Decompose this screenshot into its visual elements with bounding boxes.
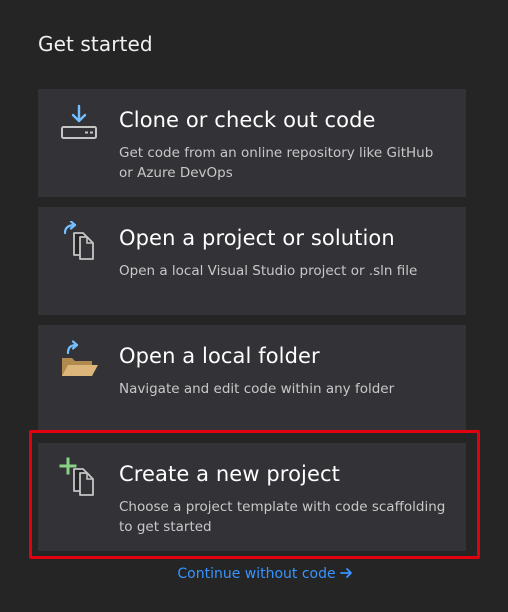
open-folder-icon — [62, 340, 98, 376]
open-project-icon — [63, 221, 94, 260]
clone-description: Get code from an online repository like … — [119, 145, 434, 181]
create-project-description: Choose a project template with code scaf… — [119, 499, 446, 535]
clone-code-button[interactable]: Clone or check out code Get code from an… — [38, 89, 466, 197]
open-project-title: Open a project or solution — [119, 226, 395, 250]
continue-without-code-link[interactable]: Continue without code — [0, 566, 508, 583]
get-started-heading: Get started — [38, 32, 153, 56]
open-project-description: Open a local Visual Studio project or .s… — [119, 263, 418, 279]
arrow-right-icon — [339, 567, 353, 583]
get-started-panel: Get started Clone or check out code Get … — [0, 0, 508, 612]
open-project-button[interactable]: Open a project or solution Open a local … — [38, 207, 466, 315]
open-folder-button[interactable]: Open a local folder Navigate and edit co… — [38, 325, 466, 433]
new-project-icon — [59, 457, 94, 496]
create-project-title: Create a new project — [119, 462, 340, 486]
download-to-drive-icon — [61, 104, 97, 139]
continue-link-label: Continue without code — [177, 566, 336, 582]
create-new-project-button[interactable]: Create a new project Choose a project te… — [38, 443, 466, 551]
open-folder-description: Navigate and edit code within any folder — [119, 381, 395, 397]
open-folder-title: Open a local folder — [119, 344, 320, 368]
clone-title: Clone or check out code — [119, 108, 376, 132]
